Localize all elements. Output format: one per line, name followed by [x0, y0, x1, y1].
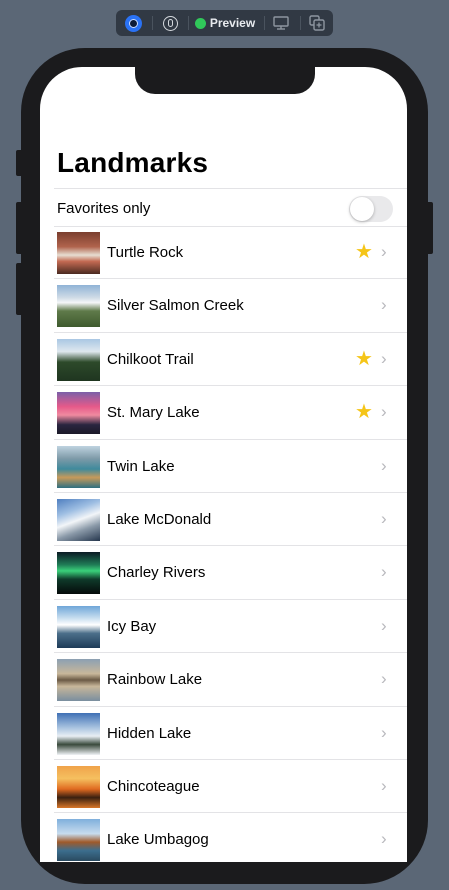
landmark-name: Icy Bay: [107, 617, 157, 635]
landmark-thumbnail: [57, 765, 100, 808]
duplicate-icon: [309, 15, 325, 31]
landmark-thumbnail: [57, 445, 100, 488]
device-settings-button[interactable]: [270, 10, 292, 36]
landmark-thumbnail: [57, 232, 100, 274]
landmark-thumbnail: [57, 659, 100, 702]
volume-up-button: [16, 202, 21, 254]
chevron-right-icon: ›: [381, 508, 387, 528]
chevron-right-icon: ›: [381, 562, 387, 582]
landmark-name: Hidden Lake: [107, 724, 192, 742]
toolbar-divider: [264, 16, 265, 30]
favorites-toggle[interactable]: [349, 196, 393, 222]
landmark-thumbnail: [57, 338, 100, 381]
landmark-name: Chilkoot Trail: [107, 350, 194, 368]
toggle-knob: [350, 197, 374, 221]
chevron-right-icon: ›: [381, 455, 387, 475]
preview-toolbar: Preview: [116, 10, 333, 36]
landmark-row[interactable]: Silver Salmon Creek ›: [40, 279, 407, 333]
landmark-row[interactable]: Hidden Lake ›: [40, 707, 407, 760]
landmark-row[interactable]: Icy Bay ›: [40, 600, 407, 654]
landmark-list: Turtle Rock ★ › Silver Salmon Creek › Ch…: [40, 226, 407, 862]
duplicate-preview-button[interactable]: [306, 10, 328, 36]
landmark-name: Twin Lake: [107, 457, 175, 475]
notch: [135, 67, 315, 94]
landmark-name: Charley Rivers: [107, 564, 206, 582]
star-icon: ★: [355, 347, 373, 370]
chevron-right-icon: ›: [381, 615, 387, 635]
toolbar-divider: [300, 16, 301, 30]
star-icon: ★: [355, 401, 373, 424]
inspect-icon: [162, 15, 178, 31]
landmark-name: Lake McDonald: [107, 510, 212, 528]
chevron-right-icon: ›: [381, 242, 387, 261]
landmark-row[interactable]: Twin Lake ›: [40, 440, 407, 493]
chevron-right-icon: ›: [381, 295, 387, 315]
toolbar-divider: [152, 16, 153, 30]
landmark-name: Silver Salmon Creek: [107, 297, 244, 315]
volume-down-button: [16, 263, 21, 315]
chevron-right-icon: ›: [381, 722, 387, 742]
chevron-right-icon: ›: [381, 775, 387, 795]
device-screen: Landmarks Favorites only Turtle Rock ★ ›…: [40, 67, 407, 862]
star-icon: ★: [355, 241, 373, 263]
chevron-right-icon: ›: [381, 669, 387, 689]
preview-button[interactable]: Preview: [194, 10, 256, 36]
favorites-row: Favorites only: [40, 189, 407, 227]
chevron-right-icon: ›: [381, 402, 387, 422]
landmark-name: Chincoteague: [107, 777, 200, 795]
live-preview-button[interactable]: [122, 10, 144, 36]
page-title: Landmarks: [57, 147, 209, 178]
landmark-name: St. Mary Lake: [107, 404, 200, 422]
live-preview-icon: [124, 14, 142, 32]
landmark-thumbnail: [57, 552, 100, 595]
chevron-right-icon: ›: [381, 829, 387, 849]
landmark-row[interactable]: Charley Rivers ›: [40, 546, 407, 600]
landmark-thumbnail: [57, 392, 100, 435]
landmark-row[interactable]: Rainbow Lake ›: [40, 653, 407, 707]
landmark-row[interactable]: Turtle Rock ★ ›: [40, 226, 407, 280]
silent-switch: [16, 150, 21, 176]
landmark-row[interactable]: Chilkoot Trail ★ ›: [40, 333, 407, 387]
inspect-button[interactable]: [159, 10, 181, 36]
landmark-thumbnail: [57, 605, 100, 648]
favorites-label: Favorites only: [57, 200, 151, 217]
landmark-thumbnail: [57, 498, 100, 541]
landmark-row[interactable]: Lake McDonald ›: [40, 493, 407, 547]
landmark-thumbnail: [57, 712, 100, 755]
chevron-right-icon: ›: [381, 348, 387, 368]
landmark-name: Turtle Rock: [107, 244, 184, 261]
landmark-row[interactable]: St. Mary Lake ★ ›: [40, 386, 407, 440]
toolbar-divider: [188, 16, 189, 30]
preview-label: Preview: [209, 16, 256, 30]
landmark-row[interactable]: Lake Umbagog ›: [40, 813, 407, 862]
landmark-name: Rainbow Lake: [107, 671, 203, 689]
device-settings-icon: [273, 16, 289, 30]
landmark-thumbnail: [57, 819, 100, 862]
power-button: [428, 202, 433, 254]
landmark-row[interactable]: Chincoteague ›: [40, 760, 407, 814]
preview-status-dot: [194, 17, 206, 29]
landmark-name: Lake Umbagog: [107, 831, 209, 849]
landmark-thumbnail: [57, 285, 100, 328]
